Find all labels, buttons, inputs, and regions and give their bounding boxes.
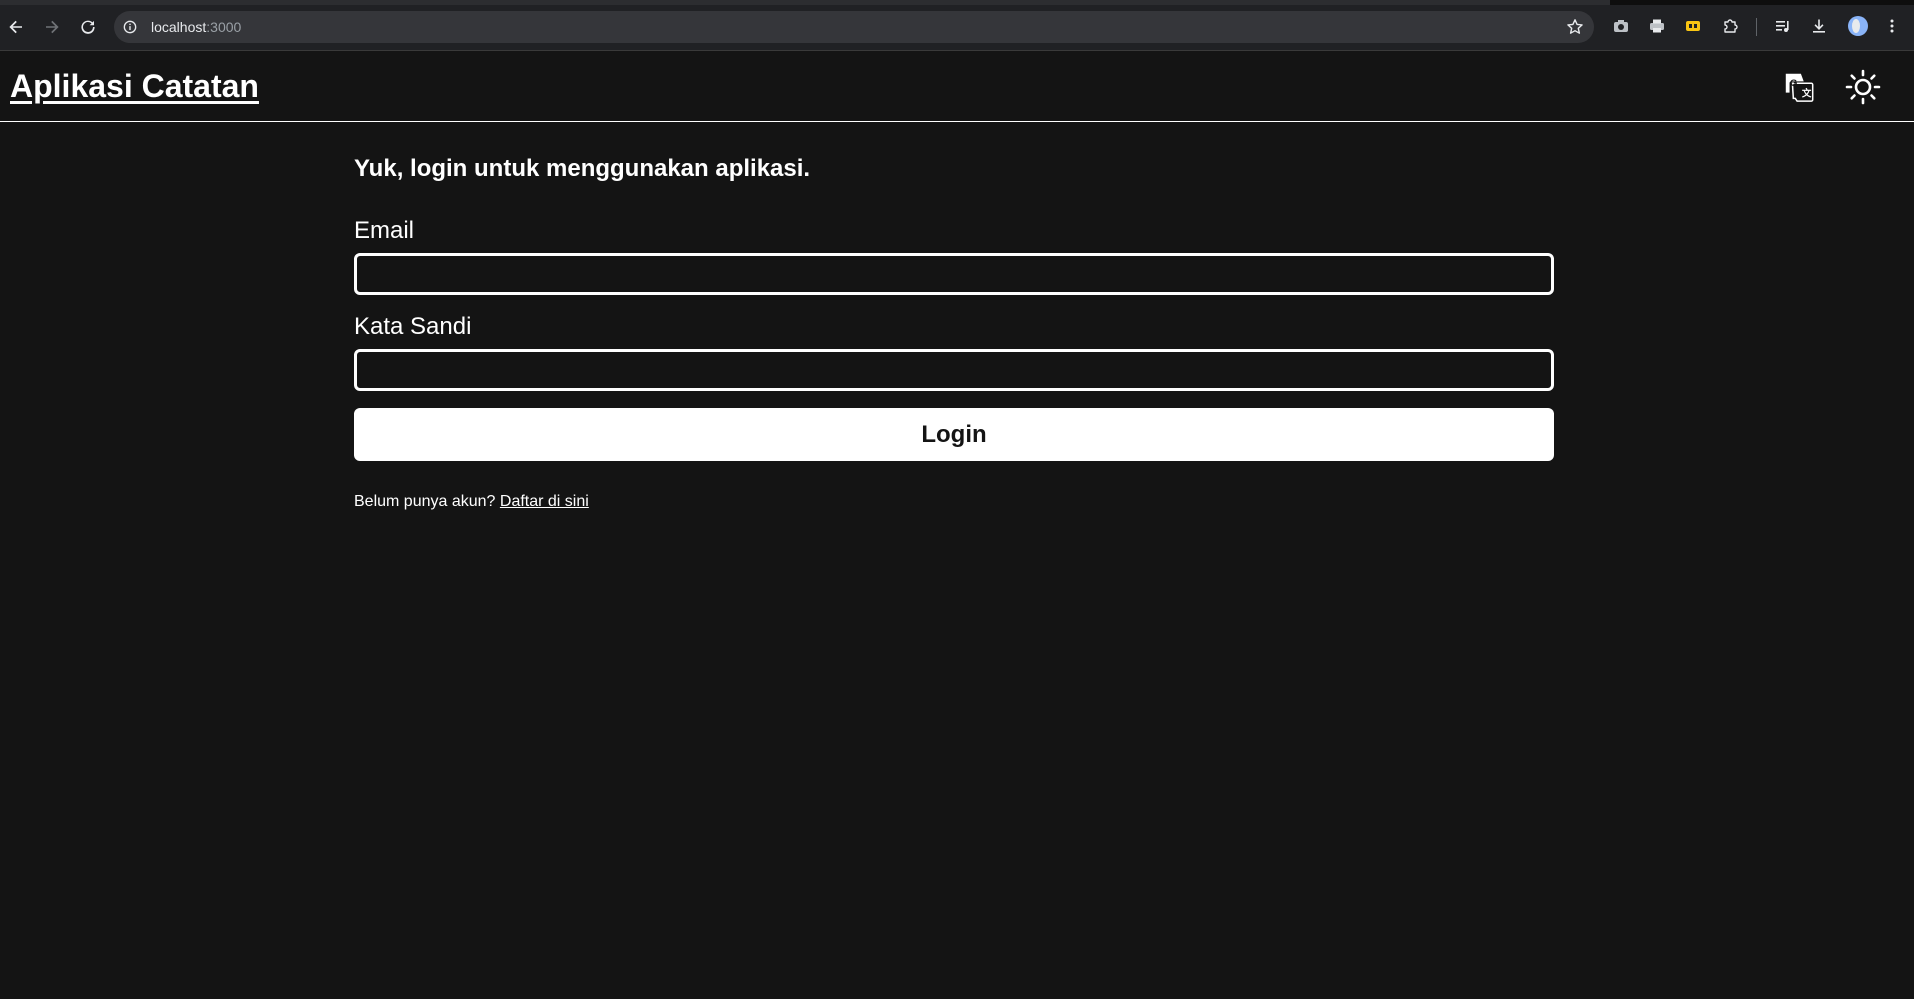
password-label: Kata Sandi	[354, 313, 472, 340]
bookmark-star-icon[interactable]	[1566, 18, 1584, 36]
register-prompt: Belum punya akun? Daftar di sini	[354, 492, 589, 512]
forward-button[interactable]	[40, 15, 64, 39]
language-toggle-button[interactable]: G 文	[1780, 68, 1818, 106]
email-field[interactable]	[354, 253, 1554, 295]
reload-button[interactable]	[76, 15, 100, 39]
theme-toggle-button[interactable]	[1844, 68, 1882, 106]
address-bar[interactable]: localhost:3000	[114, 11, 1594, 43]
app-header: Aplikasi Catatan G 文	[0, 52, 1914, 122]
login-heading: Yuk, login untuk menggunakan aplikasi.	[354, 155, 811, 182]
url-port: :3000	[206, 19, 242, 35]
back-button[interactable]	[4, 15, 28, 39]
browser-toolbar: localhost:3000	[0, 0, 1914, 51]
svg-text:G: G	[1790, 78, 1797, 89]
sun-icon	[1845, 69, 1881, 105]
info-icon[interactable]	[122, 19, 138, 35]
media-control-icon[interactable]	[1773, 16, 1793, 36]
register-prompt-text: Belum punya akun?	[354, 493, 496, 510]
url-host: localhost	[151, 19, 207, 35]
download-icon[interactable]	[1809, 16, 1829, 36]
extensions-puzzle-icon[interactable]	[1720, 16, 1740, 36]
register-link[interactable]: Daftar di sini	[500, 493, 589, 510]
translate-icon: G 文	[1785, 73, 1814, 102]
camera-extension-icon[interactable]	[1611, 16, 1631, 36]
app-title-link[interactable]: Aplikasi Catatan	[10, 66, 259, 106]
svg-text:文: 文	[1801, 87, 1812, 99]
email-label: Email	[354, 217, 415, 244]
yellow-extension-icon[interactable]	[1683, 16, 1703, 36]
password-field[interactable]	[354, 349, 1554, 391]
printer-extension-icon[interactable]	[1647, 16, 1667, 36]
toolbar-divider	[1756, 18, 1757, 36]
tab-strip-shade	[0, 0, 1610, 5]
profile-avatar[interactable]	[1848, 16, 1868, 36]
arrow-right-icon	[46, 20, 59, 34]
tab-strip	[0, 0, 1914, 5]
kebab-menu-icon[interactable]	[1882, 16, 1902, 36]
reload-icon	[81, 20, 95, 34]
login-button[interactable]: Login	[354, 408, 1554, 461]
url-text[interactable]: localhost:3000	[151, 19, 241, 35]
arrow-left-icon	[9, 20, 22, 34]
